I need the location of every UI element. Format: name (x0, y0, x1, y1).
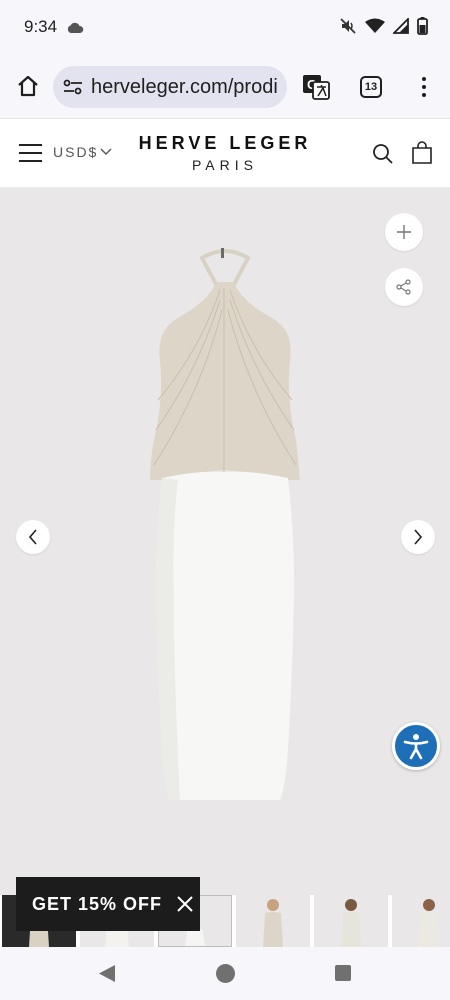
mute-icon (339, 17, 357, 40)
menu-icon[interactable] (19, 144, 42, 162)
product-image (150, 248, 300, 800)
plus-icon (397, 225, 411, 239)
product-gallery[interactable] (0, 188, 450, 895)
site-settings-icon[interactable] (61, 75, 85, 99)
zoom-button[interactable] (385, 213, 423, 251)
battery-icon (417, 17, 428, 40)
next-image-button[interactable] (401, 520, 435, 554)
close-icon[interactable] (176, 895, 194, 913)
home-icon[interactable] (12, 70, 44, 102)
back-triangle-icon[interactable] (98, 964, 116, 983)
brand-logo-sub: PARIS (192, 157, 258, 173)
share-button[interactable] (385, 268, 423, 306)
chevron-right-icon (414, 529, 423, 545)
chevron-down-icon (100, 148, 112, 155)
wifi-icon (365, 18, 385, 39)
currency-selector[interactable]: USD$ (53, 144, 112, 160)
signal-icon (391, 16, 409, 39)
cloud-icon (66, 20, 84, 38)
thumbnail[interactable] (392, 895, 450, 947)
discount-promo-banner[interactable]: GET 15% OFF (16, 877, 200, 931)
translate-icon[interactable]: G (302, 74, 330, 100)
search-icon[interactable] (372, 143, 394, 165)
previous-image-button[interactable] (16, 520, 50, 554)
thumbnail[interactable] (236, 895, 310, 947)
site-header: USD$ HERVE LEGER PARIS (0, 118, 450, 188)
thumbnail[interactable] (314, 895, 388, 947)
accessibility-icon (403, 734, 429, 760)
shopping-bag-icon[interactable] (411, 141, 433, 165)
url-text: herveleger.com/prodi (91, 75, 278, 98)
system-navigation-bar (0, 947, 450, 1000)
tab-switcher-button[interactable]: 13 (360, 76, 382, 98)
accessibility-button[interactable] (392, 722, 440, 770)
address-bar[interactable]: herveleger.com/prodi (53, 66, 287, 108)
currency-label: USD$ (53, 144, 99, 160)
home-circle-icon[interactable] (216, 964, 235, 983)
browser-toolbar: herveleger.com/prodi G 13 (0, 56, 450, 118)
status-time: 9:34 (24, 17, 58, 36)
chevron-left-icon (28, 529, 37, 545)
status-bar: 9:34 (0, 0, 450, 56)
brand-logo[interactable]: HERVE LEGER (130, 133, 320, 154)
more-vert-icon[interactable] (414, 74, 434, 100)
promo-label[interactable]: GET 15% OFF (32, 894, 162, 915)
recents-square-icon[interactable] (335, 965, 351, 981)
share-icon (396, 279, 411, 295)
